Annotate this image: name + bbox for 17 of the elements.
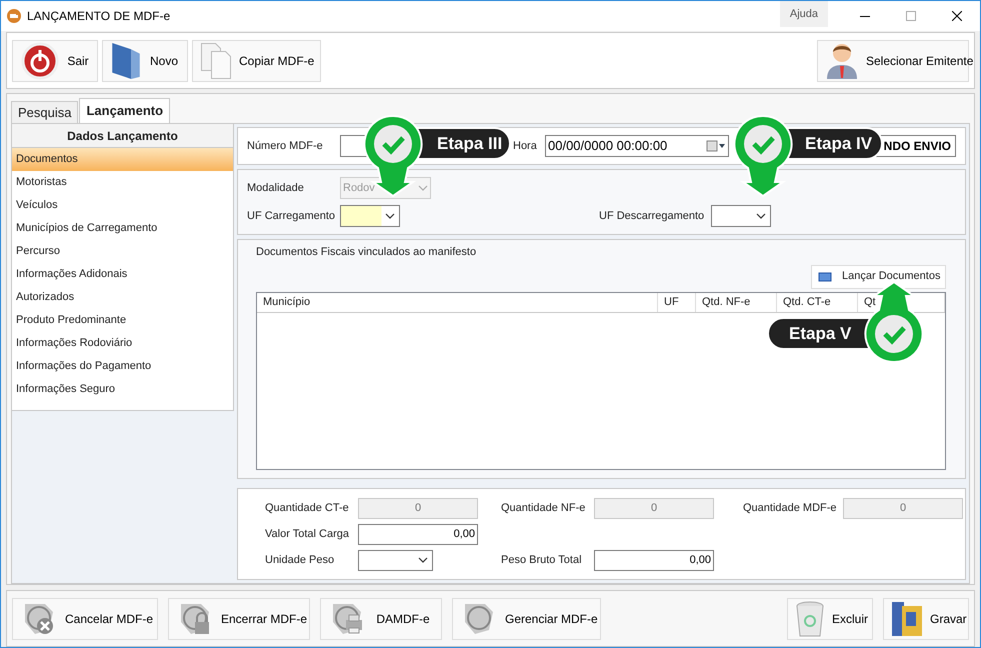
- field-label: Quantidade CT-e: [265, 500, 350, 516]
- readonly-field: 0: [594, 498, 714, 518]
- group-title: Documentos Fiscais vinculados ao manifesto: [256, 245, 478, 260]
- field-label: Número MDF-e: [247, 138, 324, 154]
- readonly-field: 0: [843, 498, 963, 518]
- field-label: Quantidade NF-e: [501, 500, 586, 516]
- readonly-field: 0: [358, 498, 478, 518]
- field-label: UF Descarregamento: [599, 208, 703, 224]
- window-title: LANÇAMENTO DE MDF-e: [27, 8, 170, 25]
- field-label: Unidade Peso: [265, 552, 336, 568]
- field-label: Peso Bruto Total: [501, 552, 583, 568]
- field-label: Valor Total Carga: [265, 526, 350, 542]
- field-label: UF Carregamento: [247, 208, 332, 224]
- field-label: Modalidade: [247, 180, 305, 196]
- field-label: Hora: [513, 138, 537, 154]
- sidebar-title: Dados Lançamento: [12, 124, 233, 148]
- field-label: Quantidade MDF-e: [743, 500, 838, 516]
